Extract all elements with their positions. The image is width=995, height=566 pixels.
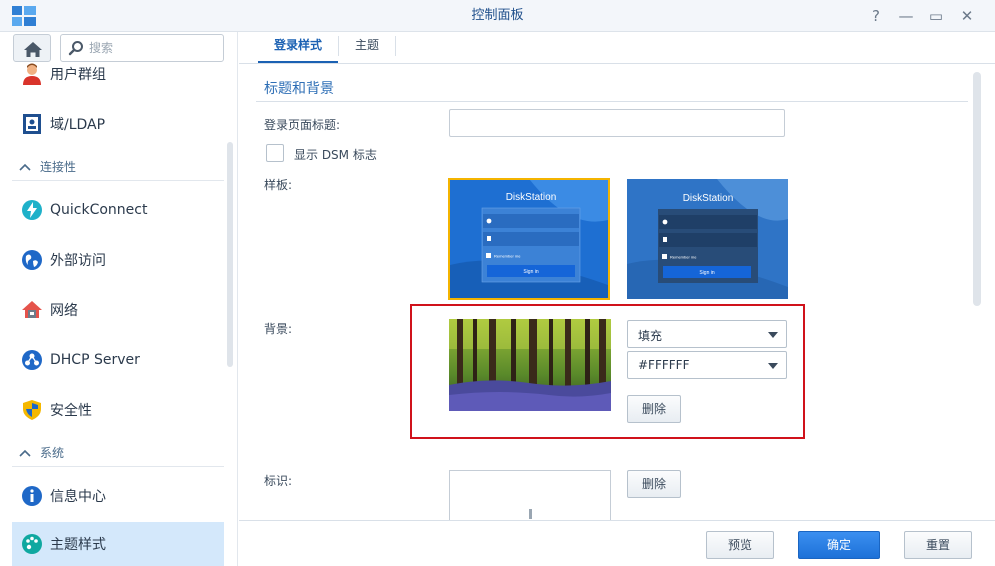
chevron-up-icon [19, 449, 31, 457]
sidebar-item-security[interactable]: 安全性 [12, 388, 224, 432]
sidebar-item-label: DHCP Server [50, 352, 140, 368]
section-connectivity[interactable]: 连接性 [12, 153, 224, 181]
template-sign-in: Sign in [699, 270, 715, 276]
logo-label: 标识: [264, 474, 293, 488]
close-button[interactable]: ✕ [952, 0, 982, 32]
help-button[interactable]: ? [861, 0, 891, 32]
footer: 预览 确定 重置 [239, 520, 995, 566]
template-option-1[interactable]: DiskStation Remember me Sign in [448, 178, 610, 300]
login-title-label: 登录页面标题: [264, 118, 341, 132]
sidebar-item-label: QuickConnect [50, 202, 148, 218]
template-remember: Remember me [670, 255, 697, 260]
theme-palette-icon [20, 532, 44, 556]
sidebar: 用户群组 域/LDAP 连接性 QuickConnect 外部访问 网络 DHC… [0, 32, 238, 566]
logo-preview[interactable] [449, 470, 611, 520]
template-sign-in: Sign in [523, 269, 539, 275]
window-title: 控制面板 [471, 8, 524, 23]
resize-handle[interactable] [529, 509, 532, 519]
sidebar-item-label: 网络 [50, 303, 78, 319]
sidebar-item-theme[interactable]: 主题样式 [12, 522, 224, 566]
minimize-button[interactable]: — [891, 0, 921, 32]
sidebar-item-dhcp-server[interactable]: DHCP Server [12, 338, 224, 382]
show-dsm-logo-label: 显示 DSM 标志 [294, 148, 377, 162]
content-scrollbar[interactable] [973, 72, 981, 306]
domain-ldap-icon [20, 112, 44, 136]
sidebar-item-info-center[interactable]: 信息中心 [12, 474, 224, 518]
content-panel: 标题和背景 登录页面标题: 显示 DSM 标志 样板: DiskStation … [239, 64, 995, 520]
reset-button[interactable]: 重置 [904, 531, 972, 559]
ok-button[interactable]: 确定 [798, 531, 880, 559]
tab-divider [395, 36, 396, 56]
template-remember: Remember me [494, 254, 521, 259]
sidebar-item-user-group[interactable]: 用户群组 [12, 52, 224, 96]
external-access-icon [20, 248, 44, 272]
show-dsm-logo-checkbox[interactable] [266, 144, 284, 162]
sidebar-item-label: 安全性 [50, 403, 92, 419]
login-title-input[interactable] [449, 109, 785, 137]
tab-bar: 登录样式 主题 [239, 32, 995, 64]
title-bar: 控制面板 ? — ▭ ✕ [0, 0, 995, 32]
preview-button[interactable]: 预览 [706, 531, 774, 559]
info-center-icon [20, 484, 44, 508]
section-label: 连接性 [40, 160, 77, 174]
sidebar-item-network[interactable]: 网络 [12, 288, 224, 332]
logo-delete-button[interactable]: 删除 [627, 470, 681, 498]
network-icon [20, 298, 44, 322]
sidebar-scrollbar[interactable] [227, 142, 233, 367]
background-label: 背景: [264, 322, 293, 336]
template-label: 样板: [264, 178, 293, 192]
sidebar-item-label: 外部访问 [50, 253, 106, 269]
dhcp-server-icon [20, 348, 44, 372]
sidebar-item-label: 用户群组 [50, 67, 106, 83]
section-divider [256, 101, 968, 102]
section-label: 系统 [40, 446, 65, 460]
template-brand: DiskStation [683, 193, 734, 204]
highlight-frame [410, 304, 805, 439]
section-system[interactable]: 系统 [12, 439, 224, 467]
section-title: 标题和背景 [264, 81, 334, 97]
sidebar-item-label: 域/LDAP [50, 117, 106, 133]
template-brand: DiskStation [506, 192, 557, 203]
tab-login-style[interactable]: 登录样式 [258, 32, 338, 63]
chevron-up-icon [19, 163, 31, 171]
sidebar-item-external-access[interactable]: 外部访问 [12, 238, 224, 282]
quickconnect-icon [20, 198, 44, 222]
sidebar-item-domain-ldap[interactable]: 域/LDAP [12, 102, 224, 146]
sidebar-item-label: 信息中心 [50, 489, 106, 505]
user-group-icon [20, 62, 44, 86]
maximize-button[interactable]: ▭ [921, 0, 951, 32]
security-shield-icon [20, 398, 44, 422]
template-option-2[interactable]: DiskStation Remember me Sign in [627, 179, 788, 299]
sidebar-item-label: 主题样式 [50, 537, 106, 553]
sidebar-item-quickconnect[interactable]: QuickConnect [12, 188, 224, 232]
tab-theme[interactable]: 主题 [339, 32, 395, 63]
